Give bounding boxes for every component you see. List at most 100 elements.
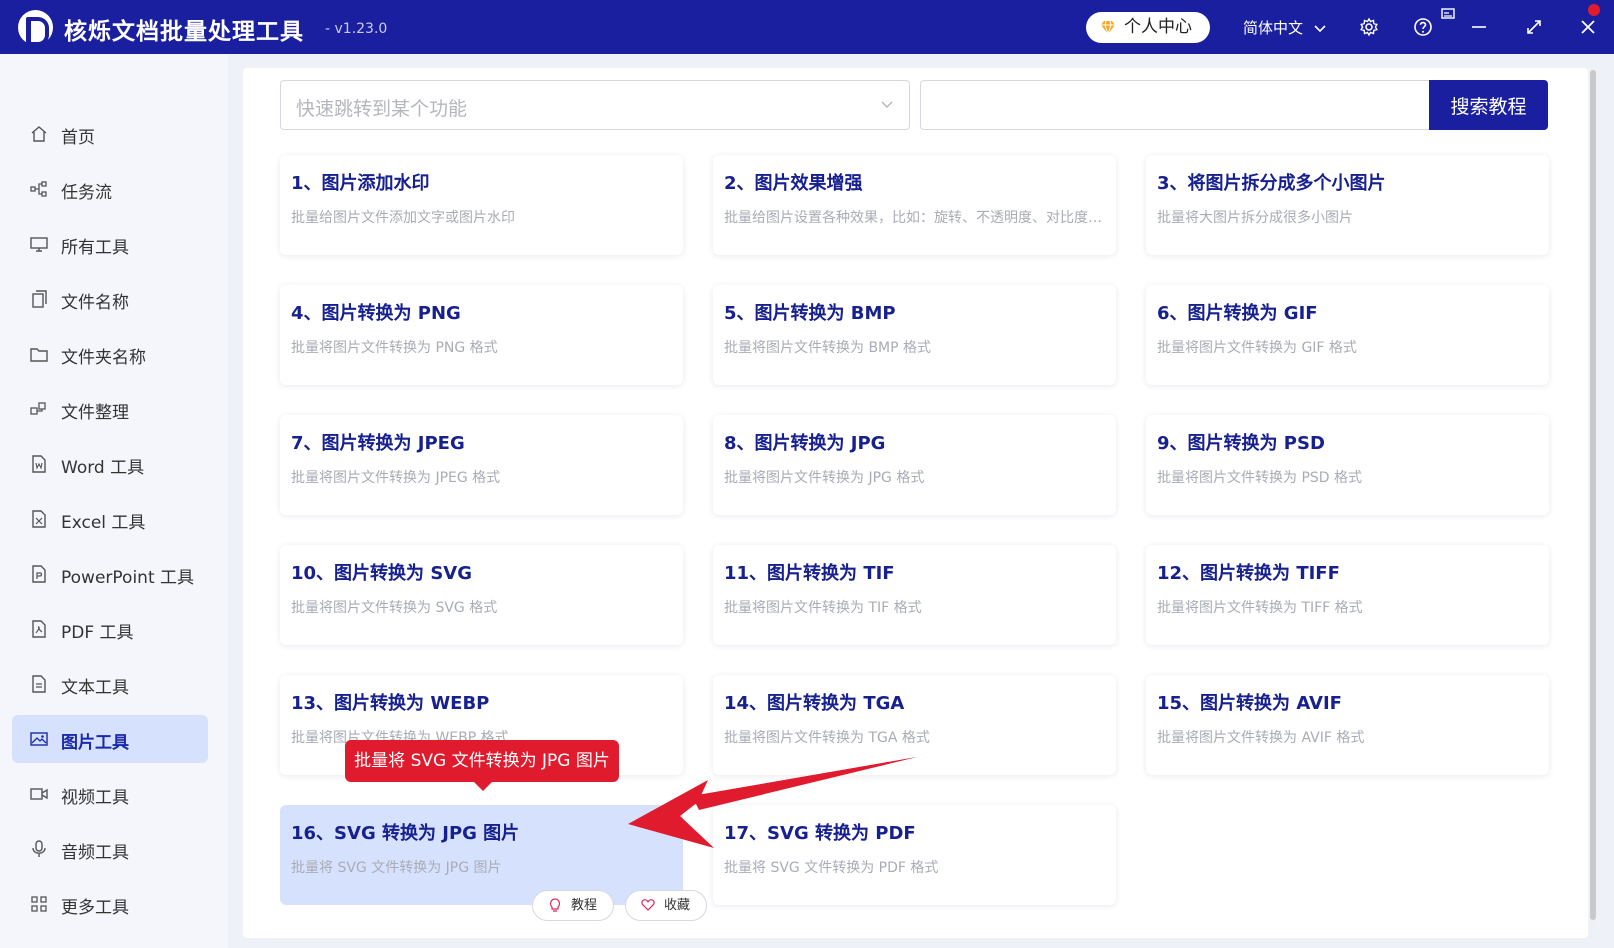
sidebar-item-folder-name[interactable]: 文件夹名称	[12, 330, 208, 378]
sidebar-item-label: Word 工具	[61, 458, 145, 478]
sidebar-item-label: 文件名称	[61, 293, 129, 313]
card-title: 16、SVG 转换为 JPG 图片	[291, 823, 520, 844]
maximize-icon[interactable]	[1523, 16, 1545, 38]
tool-card-to-png[interactable]: 4、图片转换为 PNG 批量将图片文件转换为 PNG 格式	[280, 285, 683, 385]
tool-card-to-jpeg[interactable]: 7、图片转换为 JPEG 批量将图片文件转换为 JPEG 格式	[280, 415, 683, 515]
minimize-icon[interactable]	[1468, 16, 1490, 38]
quick-jump-placeholder: 快速跳转到某个功能	[296, 98, 468, 120]
notification-dot-icon	[1588, 4, 1600, 16]
tool-card-to-svg[interactable]: 10、图片转换为 SVG 批量将图片文件转换为 SVG 格式	[280, 545, 683, 645]
card-description: 批量将 SVG 文件转换为 JPG 图片	[291, 860, 502, 876]
excel-file-icon	[30, 510, 48, 528]
card-description: 批量给图片设置各种效果，比如：旋转、不透明度、对比度、亮度等	[724, 210, 1109, 226]
card-description: 批量将图片文件转换为 PSD 格式	[1157, 470, 1363, 486]
profile-label: 个人中心	[1124, 17, 1192, 37]
sidebar-item-file-organize[interactable]: 文件整理	[12, 385, 208, 433]
microphone-icon	[30, 840, 48, 858]
sidebar-item-label: 所有工具	[61, 238, 129, 258]
sidebar-item-workflow[interactable]: 任务流	[12, 165, 208, 213]
card-title: 9、图片转换为 PSD	[1157, 433, 1325, 454]
card-title: 12、图片转换为 TIFF	[1157, 563, 1340, 584]
card-title: 14、图片转换为 TGA	[724, 693, 905, 714]
heart-icon	[641, 898, 655, 912]
image-icon	[30, 730, 48, 748]
card-tooltip: 批量将 SVG 文件转换为 JPG 图片	[345, 740, 619, 791]
sidebar-item-label: 文本工具	[61, 678, 129, 698]
app-logo	[18, 10, 53, 46]
scrollbar-thumb[interactable]	[1590, 70, 1596, 920]
card-description: 批量将图片文件转换为 TIF 格式	[724, 600, 922, 616]
sidebar-item-label: 更多工具	[61, 898, 129, 918]
sidebar-item-word-tools[interactable]: Word 工具	[12, 440, 208, 488]
tutorial-search-input[interactable]	[920, 80, 1429, 130]
card-title: 1、图片添加水印	[291, 173, 430, 194]
help-icon[interactable]	[1412, 16, 1434, 38]
sidebar-item-label: PowerPoint 工具	[61, 568, 195, 588]
sidebar-item-video-tools[interactable]: 视频工具	[12, 770, 208, 818]
tool-card-image-split[interactable]: 3、将图片拆分成多个小图片 批量将大图片拆分成很多小图片	[1146, 155, 1549, 255]
card-description: 批量将图片文件转换为 AVIF 格式	[1157, 730, 1365, 746]
profile-button[interactable]: 个人中心	[1086, 12, 1210, 43]
sidebar-item-label: 音频工具	[61, 843, 129, 863]
card-title: 3、将图片拆分成多个小图片	[1157, 173, 1386, 194]
language-selector[interactable]: 简体中文	[1243, 17, 1326, 38]
sidebar-item-label: 文件夹名称	[61, 348, 146, 368]
card-description: 批量将图片文件转换为 PNG 格式	[291, 340, 498, 356]
card-description: 批量将图片文件转换为 JPEG 格式	[291, 470, 501, 486]
folder-icon	[30, 345, 48, 363]
sidebar-item-powerpoint-tools[interactable]: PowerPoint 工具	[12, 550, 208, 598]
title-bar: 核烁文档批量处理工具 - v1.23.0 个人中心 简体中文	[0, 0, 1614, 54]
sidebar-item-pdf-tools[interactable]: PDF 工具	[12, 605, 208, 653]
card-description: 批量将图片文件转换为 JPG 格式	[724, 470, 925, 486]
sidebar-item-audio-tools[interactable]: 音频工具	[12, 825, 208, 873]
favorite-label: 收藏	[664, 898, 691, 913]
card-description: 批量给图片文件添加文字或图片水印	[291, 210, 515, 226]
chevron-down-icon	[1314, 24, 1326, 32]
file-copy-icon	[30, 290, 48, 308]
video-icon	[30, 785, 48, 803]
app-title: 核烁文档批量处理工具	[64, 19, 304, 45]
workflow-icon	[30, 180, 48, 198]
card-title: 7、图片转换为 JPEG	[291, 433, 465, 454]
annotation-arrow-icon	[628, 757, 917, 848]
sidebar-item-image-tools[interactable]: 图片工具	[12, 715, 208, 763]
tool-card-image-enhance[interactable]: 2、图片效果增强 批量给图片设置各种效果，比如：旋转、不透明度、对比度、亮度等	[713, 155, 1116, 255]
sidebar-item-more-tools[interactable]: 更多工具	[12, 880, 208, 928]
sidebar-item-file-name[interactable]: 文件名称	[12, 275, 208, 323]
lightbulb-icon	[548, 898, 562, 912]
sidebar-item-label: 文件整理	[61, 403, 129, 423]
home-icon	[30, 125, 48, 143]
sidebar-item-home[interactable]: 首页	[12, 110, 208, 158]
tool-card-to-tiff[interactable]: 12、图片转换为 TIFF 批量将图片文件转换为 TIFF 格式	[1146, 545, 1549, 645]
tutorial-button[interactable]: 教程	[532, 890, 614, 921]
tool-card-to-avif[interactable]: 15、图片转换为 AVIF 批量将图片文件转换为 AVIF 格式	[1146, 675, 1549, 775]
word-file-icon	[30, 455, 48, 473]
tool-card-to-gif[interactable]: 6、图片转换为 GIF 批量将图片文件转换为 GIF 格式	[1146, 285, 1549, 385]
vertical-scrollbar[interactable]	[1588, 68, 1598, 928]
favorite-button[interactable]: 收藏	[625, 890, 707, 921]
sidebar-item-all-tools[interactable]: 所有工具	[12, 220, 208, 268]
message-icon[interactable]	[1440, 6, 1456, 22]
organize-icon	[30, 400, 48, 418]
sidebar-item-label: 图片工具	[61, 733, 129, 753]
card-title: 8、图片转换为 JPG	[724, 433, 886, 454]
quick-jump-select[interactable]: 快速跳转到某个功能	[280, 80, 910, 130]
tool-card-image-watermark[interactable]: 1、图片添加水印 批量给图片文件添加文字或图片水印	[280, 155, 683, 255]
tool-card-to-psd[interactable]: 9、图片转换为 PSD 批量将图片文件转换为 PSD 格式	[1146, 415, 1549, 515]
sidebar-item-excel-tools[interactable]: Excel 工具	[12, 495, 208, 543]
card-title: 10、图片转换为 SVG	[291, 563, 472, 584]
close-icon[interactable]	[1577, 16, 1599, 38]
card-description: 批量将大图片拆分成很多小图片	[1157, 210, 1353, 226]
tool-card-to-tif[interactable]: 11、图片转换为 TIF 批量将图片文件转换为 TIF 格式	[713, 545, 1116, 645]
sidebar-item-text-tools[interactable]: 文本工具	[12, 660, 208, 708]
sidebar-item-label: PDF 工具	[61, 623, 134, 643]
tool-card-to-bmp[interactable]: 5、图片转换为 BMP 批量将图片文件转换为 BMP 格式	[713, 285, 1116, 385]
card-title: 13、图片转换为 WEBP	[291, 693, 490, 714]
sidebar-item-label: Excel 工具	[61, 513, 146, 533]
card-title: 4、图片转换为 PNG	[291, 303, 461, 324]
app-version: - v1.23.0	[325, 21, 388, 37]
tool-card-to-jpg[interactable]: 8、图片转换为 JPG 批量将图片文件转换为 JPG 格式	[713, 415, 1116, 515]
sidebar: 首页 任务流 所有工具 文件名称 文件夹名称 文件整理 Word 工具 Exce…	[0, 54, 228, 948]
search-tutorial-button[interactable]: 搜索教程	[1429, 80, 1548, 130]
settings-icon[interactable]	[1358, 16, 1380, 38]
